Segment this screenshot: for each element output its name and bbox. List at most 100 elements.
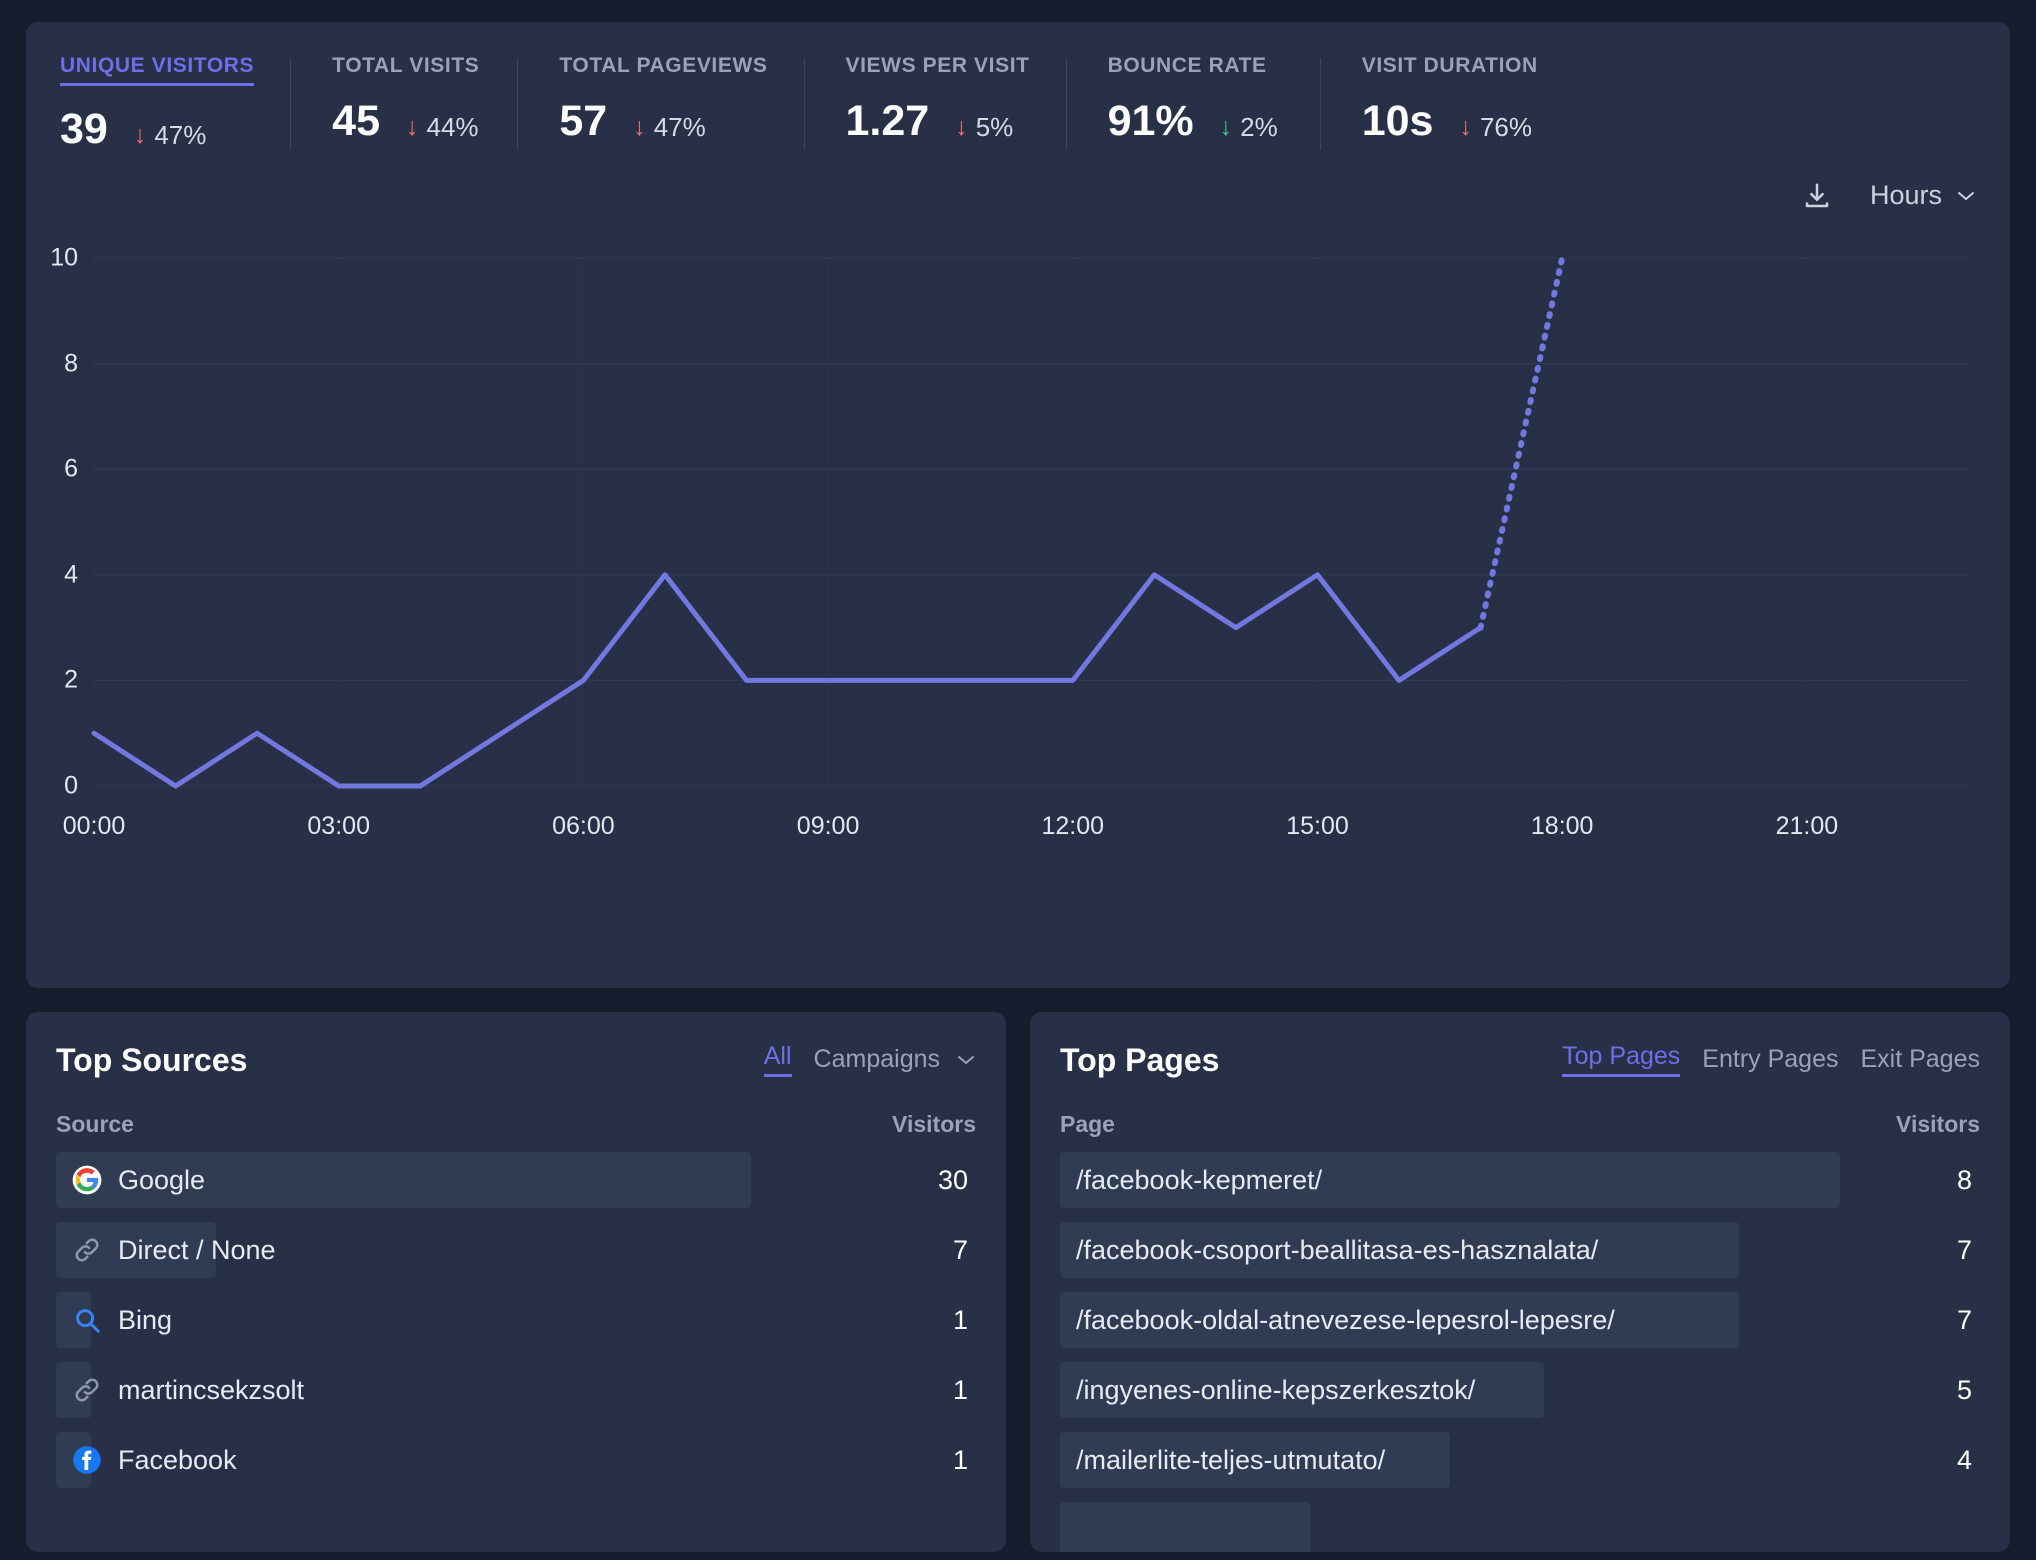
top-pages-header: Top Pages Top Pages Entry Pages Exit Pag… (1060, 1042, 1980, 1079)
source-visitors: 7 (952, 1234, 968, 1265)
metric-value: 10s (1361, 97, 1434, 145)
interval-select[interactable]: Hours (1870, 180, 1976, 211)
metric-row: 10s ↓ 76% (1362, 100, 1538, 143)
chevron-down-icon (1956, 190, 1976, 202)
top-pages-row[interactable]: /ingyenes-online-kepszerkesztok/5 (1060, 1362, 1980, 1418)
top-pages-row[interactable]: /facebook-kepmeret/8 (1060, 1152, 1980, 1208)
top-pages-title: Top Pages (1060, 1042, 1220, 1078)
visitors-line-chart[interactable]: 0 2 4 6 8 10 (26, 244, 2010, 804)
top-sources-row[interactable]: Bing 1 (56, 1292, 976, 1348)
metric-change: ↓ 47% (134, 120, 207, 151)
metric-value: 39 (60, 105, 108, 153)
metric-bounce-rate[interactable]: BOUNCE RATE 91% ↓ 2% (1065, 54, 1278, 150)
source-label: Bing (118, 1304, 173, 1335)
source-label: Google (118, 1164, 206, 1195)
metric-row: 39 ↓ 47% (60, 108, 254, 151)
metric-visit-duration[interactable]: VISIT DURATION 10s ↓ 76% (1319, 54, 1538, 150)
x-axis-tick: 06:00 (552, 812, 615, 840)
arrow-down-icon: ↓ (133, 121, 147, 149)
metric-row: 1.27 ↓ 5% (846, 100, 1030, 143)
source-label: martincsekzsolt (118, 1374, 305, 1405)
metric-change: ↓ 5% (955, 112, 1013, 143)
x-axis-tick: 09:00 (796, 812, 860, 840)
x-axis-tick: 00:00 (62, 812, 126, 840)
chevron-down-icon[interactable] (958, 1054, 976, 1066)
source-name: Facebook (56, 1445, 237, 1476)
dashboard-page: UNIQUE VISITORS 39 ↓ 47% TOTAL VISITS 45 ↓ 44% T… (0, 0, 2036, 1560)
download-icon[interactable] (1802, 181, 1832, 211)
metric-row: 57 ↓ 47% (559, 100, 767, 143)
metric-label: BOUNCE RATE (1107, 54, 1267, 77)
metric-total-visits[interactable]: TOTAL VISITS 45 ↓ 44% (290, 54, 479, 150)
tab-exit-pages[interactable]: Exit Pages (1860, 1045, 1980, 1074)
top-sources-header: Top Sources All Campaigns (56, 1042, 976, 1079)
metric-views-per-visit[interactable]: VIEWS PER VISIT 1.27 ↓ 5% (803, 54, 1030, 150)
top-sources-column-headers: Source Visitors (56, 1111, 976, 1138)
top-pages-rows: /facebook-kepmeret/8/facebook-csoport-be… (1060, 1152, 1980, 1552)
top-sources-row[interactable]: martincsekzsolt 1 (56, 1362, 976, 1418)
bottom-panels: Top Sources All Campaigns Source Visitor… (26, 1012, 2010, 1552)
top-pages-row[interactable]: /facebook-csoport-beallitasa-es-hasznala… (1060, 1222, 1980, 1278)
tab-campaigns[interactable]: Campaigns (814, 1045, 940, 1074)
column-visitors: Visitors (1896, 1111, 1980, 1137)
facebook-icon (73, 1446, 101, 1474)
top-pages-row[interactable]: /mailerlite-teljes-utmutato/4 (1060, 1432, 1980, 1488)
top-sources-title: Top Sources (56, 1042, 248, 1078)
metric-change-value: 76% (1479, 112, 1533, 142)
metric-change: ↓ 47% (633, 112, 706, 143)
source-name: Google (56, 1165, 205, 1196)
page-name: /mailerlite-teljes-utmutato/ (1060, 1445, 1385, 1476)
top-sources-row[interactable]: Direct / None 7 (56, 1222, 976, 1278)
source-visitors: 30 (937, 1164, 968, 1195)
column-page: Page (1060, 1111, 1115, 1137)
page-visitors: 7 (1956, 1304, 1972, 1335)
page-label: /ingyenes-online-kepszerkesztok/ (1076, 1374, 1476, 1405)
top-sources-rows: Google 30 Direct / None 7 Bing 1 martincsekzso… (56, 1152, 976, 1488)
source-name: Direct / None (56, 1235, 276, 1266)
top-pages-row[interactable] (1060, 1502, 1980, 1552)
link-icon (75, 1238, 99, 1262)
metrics-strip: UNIQUE VISITORS 39 ↓ 47% TOTAL VISITS 45 ↓ 44% T… (26, 22, 2010, 154)
metric-change-value: 5% (975, 112, 1014, 142)
metric-change: ↓ 44% (406, 112, 479, 143)
top-sources-tabs: All Campaigns (763, 1042, 976, 1077)
source-name: Bing (56, 1305, 172, 1336)
tab-top-pages[interactable]: Top Pages (1562, 1042, 1681, 1077)
page-visitors: 5 (1956, 1374, 1972, 1405)
y-axis-tick: 10 (50, 243, 78, 272)
source-name: martincsekzsolt (56, 1375, 304, 1406)
x-axis-tick: 21:00 (1775, 812, 1839, 840)
top-sources-row[interactable]: Google 30 (56, 1152, 976, 1208)
tab-all[interactable]: All (763, 1042, 792, 1077)
metric-change-value: 47% (653, 112, 706, 142)
column-visitors: Visitors (892, 1111, 976, 1137)
page-name: /facebook-oldal-atnevezese-lepesrol-lepe… (1060, 1305, 1615, 1336)
metric-change-value: 2% (1240, 112, 1278, 142)
search-icon (76, 1309, 100, 1333)
arrow-down-icon: ↓ (1219, 113, 1233, 141)
page-label: /facebook-oldal-atnevezese-lepesrol-lepe… (1076, 1304, 1615, 1335)
y-axis-tick: 6 (64, 454, 78, 483)
page-visitors: 4 (1956, 1444, 1972, 1475)
column-source: Source (56, 1111, 134, 1137)
google-icon (72, 1165, 102, 1195)
page-label: /facebook-kepmeret/ (1076, 1164, 1323, 1195)
y-axis-tick: 0 (64, 771, 78, 800)
chart-x-axis: 00:00 03:00 06:00 09:00 12:00 15:00 18:00 21:00 (26, 812, 2010, 852)
metric-total-pageviews[interactable]: TOTAL PAGEVIEWS 57 ↓ 47% (517, 54, 767, 150)
top-sources-row[interactable]: Facebook 1 (56, 1432, 976, 1488)
x-axis-tick: 12:00 (1041, 812, 1105, 840)
tab-entry-pages[interactable]: Entry Pages (1702, 1045, 1838, 1074)
metric-change-value: 44% (426, 112, 479, 142)
top-pages-row[interactable]: /facebook-oldal-atnevezese-lepesrol-lepe… (1060, 1292, 1980, 1348)
source-visitors: 1 (952, 1374, 968, 1405)
top-pages-panel: Top Pages Top Pages Entry Pages Exit Pag… (1030, 1012, 2010, 1552)
metric-row: 91% ↓ 2% (1108, 100, 1278, 143)
interval-label: Hours (1869, 180, 1942, 210)
chart-line-dashed (1477, 255, 1566, 631)
metric-unique-visitors[interactable]: UNIQUE VISITORS 39 ↓ 47% (26, 54, 255, 151)
page-visitors: 8 (1956, 1164, 1972, 1195)
x-axis-tick: 03:00 (307, 812, 370, 840)
arrow-down-icon: ↓ (955, 113, 968, 141)
row-bar (1060, 1502, 1310, 1552)
